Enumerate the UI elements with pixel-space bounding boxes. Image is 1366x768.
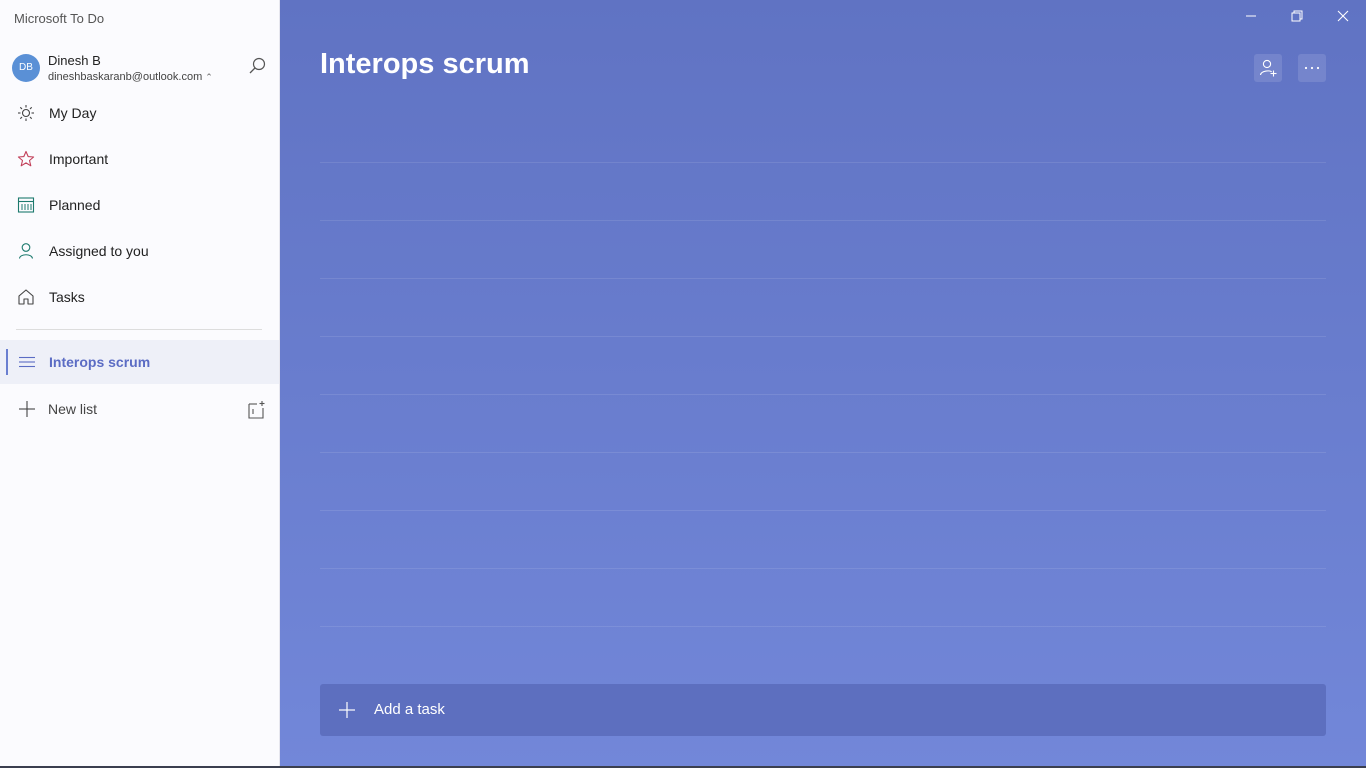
add-task-input[interactable]: Add a task	[320, 684, 1326, 736]
plus-icon	[19, 401, 35, 417]
home-icon	[18, 289, 34, 305]
nav-item-tasks[interactable]: Tasks	[0, 274, 279, 320]
restore-icon	[1291, 10, 1303, 22]
nav-item-planned[interactable]: Planned	[0, 182, 279, 228]
plus-icon	[339, 702, 355, 718]
new-list-button[interactable]: New list	[0, 388, 279, 430]
nav-item-label: Tasks	[49, 289, 85, 305]
minimize-icon	[1246, 15, 1256, 17]
nav-item-label: Planned	[49, 197, 101, 213]
restore-button[interactable]	[1287, 6, 1307, 26]
nav-item-label: My Day	[49, 105, 97, 121]
sun-icon	[18, 105, 34, 121]
sidebar-divider	[16, 329, 262, 330]
task-line	[320, 278, 1326, 279]
nav-item-label: Assigned to you	[49, 243, 149, 259]
new-list-label: New list	[48, 401, 98, 417]
list-icon	[19, 356, 35, 368]
nav-item-my-day[interactable]: My Day	[0, 90, 279, 136]
account-email-row: dineshbaskaranb@outlook.com ⌃	[48, 71, 213, 83]
new-group-icon	[248, 401, 265, 419]
task-line	[320, 394, 1326, 395]
calendar-icon	[17, 197, 35, 213]
close-button[interactable]	[1333, 6, 1353, 26]
page-title: Interops scrum	[320, 48, 530, 80]
person-icon	[18, 243, 34, 259]
account-switcher[interactable]: DB Dinesh B dineshbaskaranb@outlook.com ⌃	[12, 52, 268, 88]
add-task-label: Add a task	[374, 701, 445, 718]
chevron-updown-icon: ⌃	[205, 72, 213, 82]
sidebar: Microsoft To Do DB Dinesh B dineshbaskar…	[0, 0, 280, 768]
search-button[interactable]	[247, 56, 269, 78]
task-line	[320, 568, 1326, 569]
task-line	[320, 452, 1326, 453]
search-icon	[249, 57, 266, 74]
task-line	[320, 510, 1326, 511]
avatar: DB	[12, 54, 40, 82]
new-group-button[interactable]	[246, 399, 268, 421]
star-icon	[17, 150, 35, 167]
minimize-button[interactable]	[1241, 6, 1261, 26]
add-person-icon	[1259, 59, 1277, 77]
app-window: Microsoft To Do DB Dinesh B dineshbaskar…	[0, 0, 1366, 768]
more-options-button[interactable]	[1298, 54, 1326, 82]
task-line	[320, 626, 1326, 627]
task-line	[320, 220, 1326, 221]
nav-item-assigned-to-you[interactable]: Assigned to you	[0, 228, 279, 274]
nav-item-label: Important	[49, 151, 109, 167]
task-line	[320, 336, 1326, 337]
account-email: dineshbaskaranb@outlook.com	[48, 71, 203, 83]
list-item-label: Interops scrum	[49, 354, 151, 370]
account-name: Dinesh B	[48, 53, 101, 68]
list-item-interops-scrum[interactable]: Interops scrum	[0, 340, 279, 384]
smart-lists-nav: My Day Important Planned Assigned to you…	[0, 90, 279, 320]
ellipsis-icon	[1304, 66, 1320, 70]
close-icon	[1337, 10, 1349, 22]
app-title: Microsoft To Do	[14, 11, 105, 26]
selection-indicator	[6, 349, 8, 375]
share-list-button[interactable]	[1254, 54, 1282, 82]
task-list-pane: Interops scrum Add a task	[280, 0, 1366, 768]
nav-item-important[interactable]: Important	[0, 136, 279, 182]
task-line	[320, 162, 1326, 163]
